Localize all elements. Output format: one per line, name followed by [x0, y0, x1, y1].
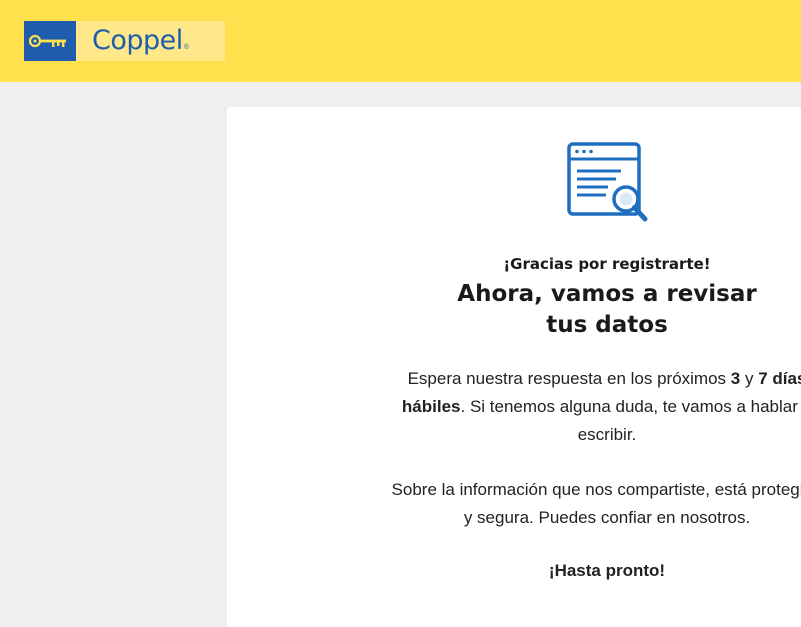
headline-line-2: tus datos: [546, 312, 668, 338]
top-header: Coppel ®: [0, 0, 801, 82]
wait-suffix: . Si tenemos alguna duda, te vamos a hab…: [460, 397, 801, 416]
business-days: hábiles: [401, 397, 461, 416]
privacy-line-1: Sobre la información que nos compartiste…: [391, 480, 801, 499]
wait-and: y: [740, 369, 759, 388]
registered-mark: ®: [183, 43, 189, 51]
days-min: 3: [730, 369, 741, 388]
privacy-message: Sobre la información que nos compartiste…: [227, 476, 801, 532]
coppel-logo[interactable]: Coppel ®: [24, 21, 225, 61]
confirmation-card: ¡Gracias por registrarte! Ahora, vamos a…: [227, 107, 801, 627]
greeting-text: ¡Gracias por registrarte!: [503, 255, 711, 273]
privacy-line-2: y segura. Puedes confiar en nosotros.: [463, 508, 751, 527]
brand-name: Coppel: [92, 25, 183, 56]
key-icon: [24, 21, 76, 61]
page-title: Ahora, vamos a revisar tus datos: [227, 279, 801, 341]
document-search-icon: [566, 141, 648, 230]
wait-last: escribir.: [577, 425, 637, 444]
headline-line-1: Ahora, vamos a revisar: [457, 281, 757, 307]
days-max: 7 días: [758, 369, 801, 388]
wait-message: Espera nuestra respuesta en los próximos…: [227, 365, 801, 449]
wait-prefix: Espera nuestra respuesta en los próximos: [407, 369, 731, 388]
farewell-text: ¡Hasta pronto!: [548, 561, 666, 580]
